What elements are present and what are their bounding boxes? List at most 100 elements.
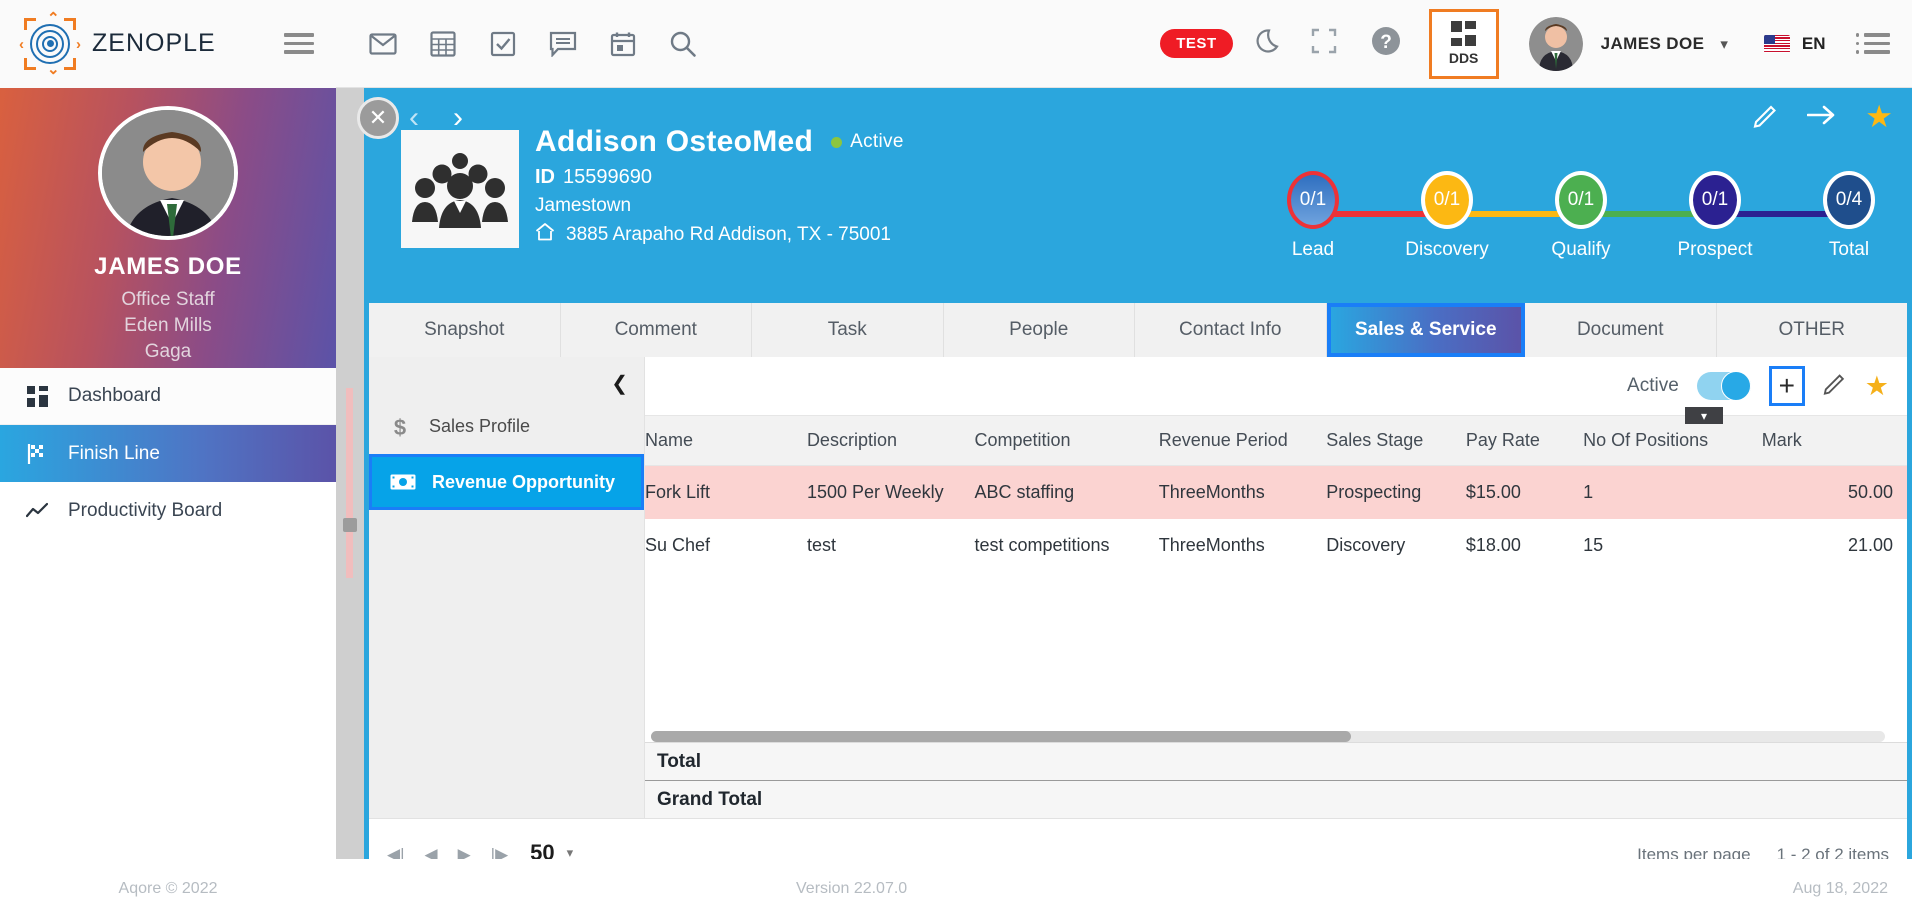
cell-description: 1500 Per Weekly — [806, 465, 975, 519]
record-action-group: ★ — [1753, 99, 1893, 135]
sub-nav-label: Revenue Opportunity — [432, 471, 616, 492]
sales-pipeline: 0/1 Lead 0/1 Discovery 0/1 Qualify 0/1 P… — [1261, 171, 1901, 291]
left-sidebar: JAMES DOE Office Staff Eden Mills Gaga D… — [0, 88, 336, 919]
dollar-icon: $ — [387, 415, 413, 439]
scrollbar-thumb[interactable] — [651, 731, 1351, 742]
tab-sales-and-service[interactable]: Sales & Service — [1326, 303, 1525, 357]
column-header-sales-stage[interactable]: Sales Stage — [1326, 415, 1466, 466]
sidebar-footer-copyright: Aqore © 2022 — [0, 859, 336, 919]
favorite-star-icon[interactable]: ★ — [1865, 371, 1889, 402]
table-grand-total-row: Grand Total — [645, 780, 1907, 818]
cell-no-of-positions: 15 — [1583, 535, 1604, 555]
record-id-row: ID 15599690 — [535, 166, 904, 189]
money-icon — [390, 474, 416, 490]
cell-revenue-period: ThreeMonths — [1158, 535, 1265, 555]
pipeline-stage-label: Total — [1828, 239, 1870, 260]
tab-other[interactable]: OTHER — [1717, 303, 1908, 357]
user-name-label[interactable]: JAMES DOE — [1601, 34, 1705, 54]
table-row[interactable]: Su Chef test test competitions ThreeMont… — [645, 519, 1907, 572]
sidebar-item-finish-line[interactable]: Finish Line — [0, 425, 336, 482]
pipeline-stage-qualify[interactable]: 0/1 Qualify — [1529, 171, 1633, 261]
pipeline-stage-lead[interactable]: 0/1 Lead — [1261, 171, 1365, 261]
pipeline-stage-total[interactable]: 0/4 Total — [1797, 171, 1901, 261]
dds-module-button[interactable]: DDS — [1428, 8, 1499, 79]
column-menu-chevron-down-icon[interactable]: ▾ — [1685, 407, 1723, 424]
test-environment-badge[interactable]: TEST — [1160, 29, 1233, 58]
cell-revenue-period: ThreeMonths — [1158, 465, 1327, 519]
footer-version: Version 22.07.0 — [796, 880, 908, 897]
close-icon[interactable]: ✕ — [357, 97, 399, 139]
cell-mark: 21.00 — [1847, 535, 1893, 555]
task-check-icon[interactable] — [482, 23, 524, 65]
calendar-icon[interactable] — [602, 23, 644, 65]
cell-sales-stage: Prospecting — [1326, 465, 1466, 519]
column-header-revenue-period[interactable]: Revenue Period — [1158, 415, 1327, 466]
pipeline-stage-label: Discovery — [1405, 239, 1489, 260]
toggle-knob — [1720, 371, 1751, 401]
add-record-button[interactable]: + — [1768, 366, 1805, 406]
expand-icon[interactable] — [1311, 28, 1337, 59]
column-header-competition[interactable]: Competition — [974, 415, 1159, 466]
message-icon[interactable] — [542, 23, 584, 65]
help-question-icon[interactable]: ? — [1369, 24, 1403, 63]
cell-competition: test competitions — [974, 535, 1110, 555]
chevron-down-icon[interactable]: ▾ — [1720, 35, 1728, 53]
mail-icon[interactable] — [362, 23, 404, 65]
home-icon — [535, 223, 555, 247]
sidebar-toggle-hamburger-icon[interactable] — [284, 33, 314, 54]
tab-comment[interactable]: Comment — [561, 303, 752, 357]
column-header-no-of-positions[interactable]: No Of Positions — [1583, 415, 1762, 466]
column-header-name[interactable]: Name — [645, 415, 807, 466]
tab-people[interactable]: People — [944, 303, 1135, 357]
pipeline-stage-label: Lead — [1291, 239, 1335, 260]
sidebar-item-dashboard[interactable]: Dashboard — [0, 368, 336, 425]
page-title-row: Addison OsteoMed Active — [535, 125, 904, 159]
sub-nav-item-revenue-opportunity[interactable]: Revenue Opportunity — [369, 454, 644, 510]
sidebar-profile-branch: Eden Mills — [124, 315, 212, 336]
rail-thumb[interactable] — [343, 518, 357, 532]
zenople-radial-logo-icon: ‹ › ⌃ ⌄ — [19, 9, 81, 78]
language-selector[interactable]: EN — [1802, 34, 1826, 54]
tab-contact-info[interactable]: Contact Info — [1135, 303, 1327, 357]
pipeline-stage-value: 0/1 — [1701, 189, 1729, 210]
moon-icon[interactable] — [1255, 26, 1285, 61]
sidebar-avatar — [98, 106, 238, 240]
pipeline-stage-prospect[interactable]: 0/1 Prospect — [1663, 171, 1767, 261]
tab-document[interactable]: Document — [1525, 303, 1717, 357]
active-toggle[interactable] — [1696, 371, 1751, 401]
table-row[interactable]: Fork Lift 1500 Per Weekly ABC staffing T… — [645, 465, 1907, 519]
dds-label: DDS — [1448, 50, 1479, 66]
cell-pay-rate: $18.00 — [1465, 535, 1521, 555]
sidebar-profile-name: JAMES DOE — [94, 253, 242, 280]
forward-arrow-icon[interactable] — [1806, 104, 1837, 131]
sub-nav-item-sales-profile[interactable]: $ Sales Profile — [369, 399, 644, 454]
column-header-pay-rate[interactable]: Pay Rate — [1465, 415, 1584, 466]
sales-sub-navigation: ❮ $ Sales Profile Revenue Opportunity — [369, 357, 645, 854]
left-scroll-rail[interactable] — [336, 88, 364, 859]
record-id-value: 15599690 — [563, 166, 652, 188]
sidebar-profile-card: JAMES DOE Office Staff Eden Mills Gaga — [0, 88, 336, 368]
search-icon[interactable] — [662, 23, 704, 65]
sidebar-profile-company: Gaga — [144, 341, 192, 362]
pipeline-stage-discovery[interactable]: 0/1 Discovery — [1395, 171, 1499, 261]
right-panel-list-icon[interactable] — [1855, 33, 1890, 54]
column-header-description[interactable]: Description — [806, 415, 975, 466]
collapse-chevron-left-icon[interactable]: ❮ — [611, 371, 628, 396]
edit-pencil-icon[interactable] — [1823, 371, 1847, 402]
avatar[interactable] — [1528, 16, 1583, 71]
sales-service-panel: ❮ $ Sales Profile Revenue Opportunity Ac… — [369, 357, 1907, 854]
tab-snapshot[interactable]: Snapshot — [369, 303, 561, 357]
edit-pencil-icon[interactable] — [1753, 102, 1779, 133]
favorite-star-icon[interactable]: ★ — [1865, 99, 1893, 135]
table-horizontal-scrollbar[interactable] — [651, 731, 1885, 742]
tab-task[interactable]: Task — [752, 303, 944, 357]
pipeline-stage-value-circle: 0/1 — [1689, 171, 1741, 229]
cell-pay-rate: $15.00 — [1465, 465, 1584, 519]
calculator-icon[interactable] — [422, 23, 464, 65]
sidebar-item-productivity-board[interactable]: Productivity Board — [0, 482, 336, 539]
record-city: Jamestown — [535, 195, 632, 216]
revenue-opportunity-table: Name Description Competition Revenue Per… — [645, 415, 1907, 572]
trend-up-icon — [26, 502, 48, 520]
column-header-mark[interactable]: Mark — [1761, 415, 1907, 466]
pipeline-stage-label: Prospect — [1677, 239, 1753, 260]
